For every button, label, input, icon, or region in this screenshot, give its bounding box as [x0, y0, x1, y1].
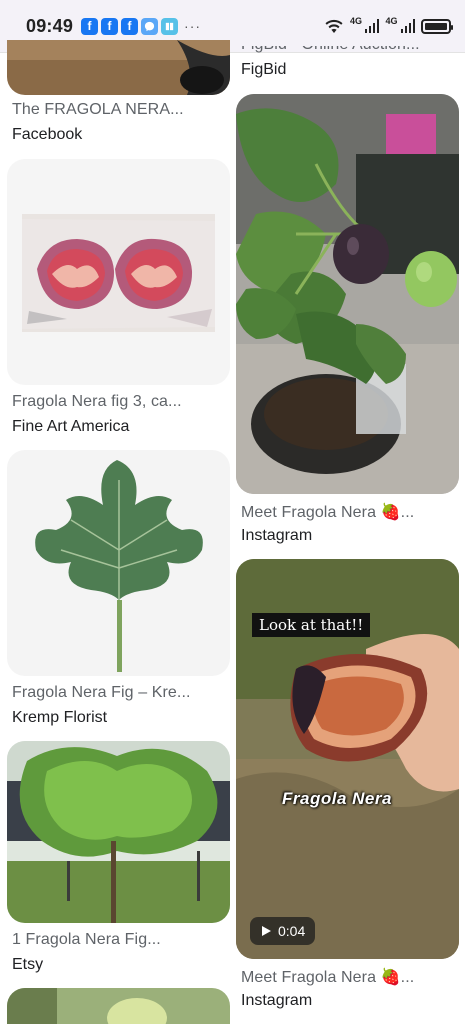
- result-title[interactable]: 1 Fragola Nera Fig...: [12, 931, 161, 949]
- play-icon: [262, 926, 271, 936]
- result-source[interactable]: Facebook: [12, 126, 82, 144]
- battery-icon: [421, 18, 453, 34]
- book-reader-icon: [161, 17, 179, 35]
- clock: 09:49: [26, 15, 74, 36]
- signal-strength-icon: [364, 19, 380, 33]
- facebook-icon: f: [101, 17, 119, 35]
- result-thumbnail[interactable]: [7, 988, 230, 1024]
- facebook-icon: f: [81, 17, 99, 35]
- facebook-icon: f: [121, 17, 139, 35]
- result-thumbnail[interactable]: [7, 741, 230, 923]
- result-source[interactable]: Etsy: [12, 956, 43, 974]
- video-duration: 0:04: [278, 923, 306, 939]
- signal-strength-icon-2: [400, 19, 415, 33]
- result-source[interactable]: Kremp Florist: [12, 709, 107, 727]
- result-thumbnail[interactable]: [7, 40, 230, 95]
- result-title[interactable]: The FRAGOLA NERA...: [12, 101, 184, 119]
- result-title[interactable]: Meet Fragola Nera 🍓...: [241, 967, 414, 987]
- video-duration-badge: 0:04: [250, 917, 316, 945]
- video-overlay-title: Fragola Nera: [282, 789, 392, 808]
- result-title[interactable]: Fragola Nera Fig – Kre...: [12, 684, 191, 702]
- result-thumbnail[interactable]: [7, 450, 230, 676]
- result-source[interactable]: FigBid: [241, 61, 286, 79]
- more-notifications-indicator: ···: [184, 18, 202, 34]
- video-thumbnail[interactable]: Look at that!! Fragola Nera 0:04: [236, 559, 459, 959]
- network-type-label: 4G: [349, 16, 362, 26]
- result-thumbnail[interactable]: [236, 94, 459, 494]
- result-title[interactable]: Fragola Nera fig 3, ca...: [12, 393, 182, 411]
- result-title[interactable]: Meet Fragola Nera 🍓...: [241, 502, 414, 522]
- result-source[interactable]: Instagram: [241, 527, 312, 545]
- result-source[interactable]: Instagram: [241, 992, 312, 1010]
- notification-icons: f f f: [81, 17, 179, 35]
- result-source[interactable]: Fine Art America: [12, 418, 129, 436]
- messenger-icon: [141, 17, 159, 35]
- network-type-label-2: 4G: [385, 16, 398, 26]
- wifi-icon: [325, 19, 343, 33]
- video-overlay-caption: Look at that!!: [252, 613, 371, 637]
- result-thumbnail[interactable]: [7, 159, 230, 385]
- system-icons: 4G 4G: [324, 16, 453, 34]
